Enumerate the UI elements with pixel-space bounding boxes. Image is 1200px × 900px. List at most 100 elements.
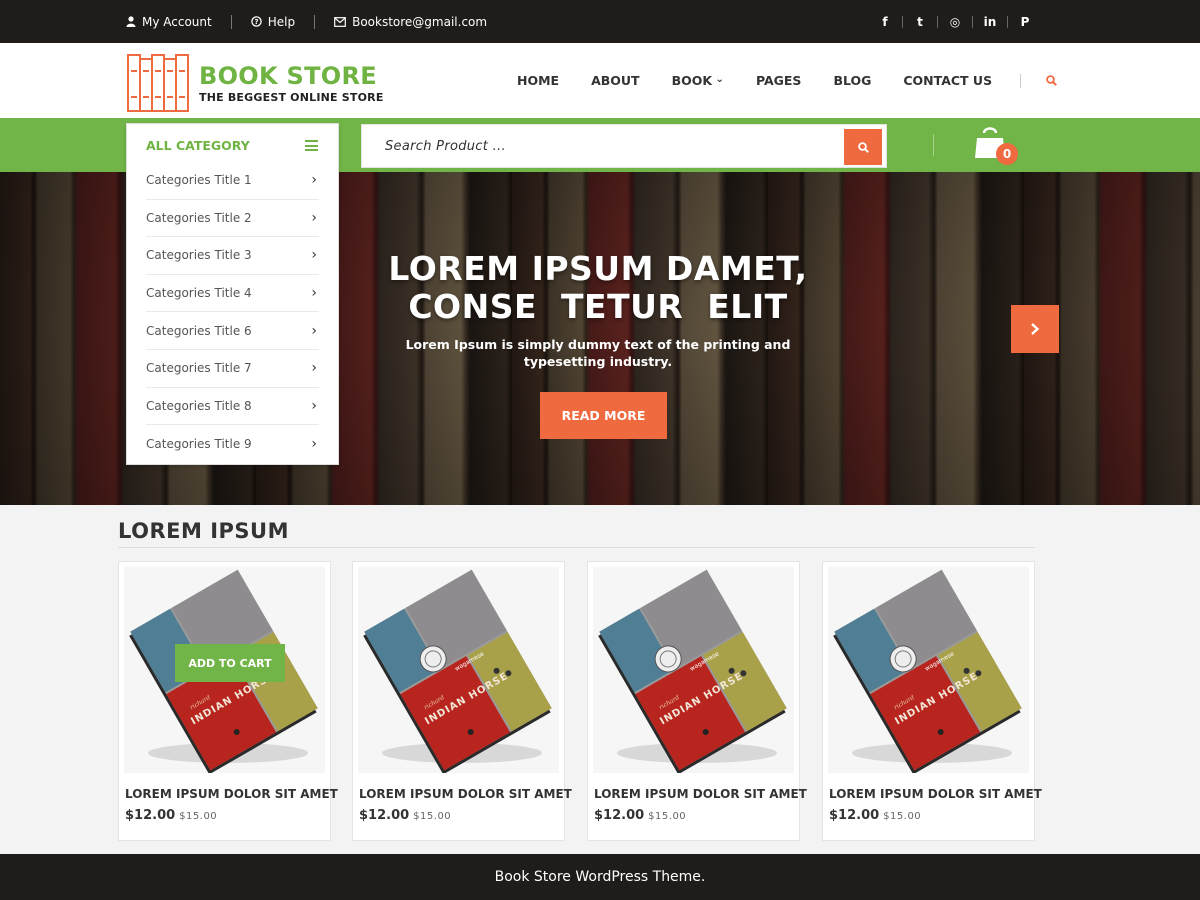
divider [230, 14, 232, 29]
read-more-button[interactable]: READ MORE [540, 392, 667, 439]
brand-title[interactable]: BOOK STORE [199, 62, 377, 90]
header: BOOK STORE THE BEGGEST ONLINE STORE HOME… [0, 43, 1200, 118]
nav-pages[interactable]: PAGES [756, 73, 802, 88]
my-account-label: My Account [142, 14, 212, 29]
product-card[interactable]: richardwagameseINDIAN HORSE ADD TO CART … [118, 561, 338, 841]
my-account-link[interactable]: My Account [126, 15, 212, 29]
footer: Book Store WordPress Theme. [0, 854, 1200, 900]
current-price: $12.00 [359, 808, 410, 823]
category-item-label: Categories Title 8 [146, 398, 252, 413]
product-name[interactable]: LOREM IPSUM DOLOR SIT AMET [125, 787, 338, 801]
twitter-icon[interactable]: t [913, 15, 927, 29]
category-item[interactable]: Categories Title 9 › [146, 425, 319, 463]
hero-title-line-1: LOREM IPSUM DAMET, [388, 249, 808, 288]
product-image[interactable]: richard wagamese INDIAN HORSE [593, 567, 794, 773]
svg-text:?: ? [254, 18, 258, 26]
nav-blog[interactable]: BLOG [833, 73, 871, 88]
books-logo-icon[interactable] [126, 49, 190, 113]
user-icon [126, 16, 136, 27]
divider [1007, 15, 1008, 28]
slider-next-button[interactable] [1011, 305, 1059, 353]
product-card[interactable]: richard wagamese INDIAN HORSE LOREM IPSUM … [587, 561, 807, 841]
category-item-label: Categories Title 4 [146, 286, 252, 301]
product-image[interactable]: richard wagamese INDIAN HORSE [828, 567, 1029, 773]
hamburger-menu-icon[interactable] [305, 140, 318, 151]
category-item[interactable]: Categories Title 6 › [146, 312, 319, 350]
product-name[interactable]: LOREM IPSUM DOLOR SIT AMET [829, 787, 1042, 801]
old-price: $15.00 [179, 811, 218, 822]
current-price: $12.00 [594, 808, 645, 823]
top-bar: My Account ? Help Bookstore@gmail.com f … [0, 0, 1200, 43]
brand-tagline: THE BEGGEST ONLINE STORE [199, 91, 384, 104]
search-product-field[interactable]: Search Product ... [361, 124, 887, 168]
search-placeholder: Search Product ... [385, 139, 506, 154]
chevron-right-icon [1031, 323, 1040, 335]
linkedin-icon[interactable]: in [983, 15, 997, 29]
email-label: Bookstore@gmail.com [352, 14, 488, 29]
old-price: $15.00 [648, 811, 687, 822]
category-item-label: Categories Title 2 [146, 210, 252, 225]
old-price: $15.00 [413, 811, 452, 822]
search-button[interactable] [844, 129, 882, 165]
section-divider [118, 547, 1035, 548]
category-heading[interactable]: ALL CATEGORY [146, 138, 250, 153]
divider [902, 15, 903, 28]
product-price: $12.00 $15.00 [125, 808, 217, 823]
nav-home[interactable]: HOME [517, 73, 559, 88]
category-item-label: Categories Title 9 [146, 436, 252, 451]
hero-text: Lorem Ipsum is simply dummy text of the … [405, 337, 791, 369]
product-name[interactable]: LOREM IPSUM DOLOR SIT AMET [594, 787, 807, 801]
top-links: My Account ? Help Bookstore@gmail.com [126, 0, 487, 43]
main-nav: HOME ABOUT BOOK PAGES BLOG CONTACT US [517, 43, 1057, 118]
chevron-right-icon: › [311, 247, 317, 264]
product-image[interactable]: richard wagamese INDIAN HORSE [358, 567, 559, 773]
category-item[interactable]: Categories Title 1 › [146, 162, 319, 200]
chevron-right-icon: › [311, 360, 317, 377]
category-item-label: Categories Title 1 [146, 173, 252, 188]
help-icon: ? [250, 16, 262, 27]
product-card[interactable]: richard wagamese INDIAN HORSE LOREM IPSUM … [822, 561, 1042, 841]
product-name[interactable]: LOREM IPSUM DOLOR SIT AMET [359, 787, 572, 801]
social-links: f t ◎ in P [878, 0, 1032, 43]
email-link[interactable]: Bookstore@gmail.com [334, 15, 487, 29]
product-price: $12.00 $15.00 [594, 808, 686, 823]
nav-about[interactable]: ABOUT [591, 73, 640, 88]
current-price: $12.00 [829, 808, 880, 823]
chevron-right-icon: › [311, 285, 317, 302]
category-item[interactable]: Categories Title 8 › [146, 388, 319, 426]
help-label: Help [267, 14, 296, 29]
search-icon [857, 141, 869, 153]
add-to-cart-button[interactable]: ADD TO CART [175, 644, 285, 682]
category-item-label: Categories Title 6 [146, 323, 252, 338]
pinterest-icon[interactable]: P [1018, 15, 1032, 29]
chevron-right-icon: › [311, 172, 317, 189]
category-item-label: Categories Title 3 [146, 248, 252, 263]
category-item[interactable]: Categories Title 2 › [146, 200, 319, 238]
category-item[interactable]: Categories Title 7 › [146, 350, 319, 388]
category-item[interactable]: Categories Title 3 › [146, 237, 319, 275]
facebook-icon[interactable]: f [878, 15, 892, 29]
hero-title-line-2: CONSE TETUR ELIT [408, 287, 788, 326]
category-item[interactable]: Categories Title 4 › [146, 275, 319, 313]
product-price: $12.00 $15.00 [829, 808, 921, 823]
product-card[interactable]: richard wagamese INDIAN HORSE LOREM IPSUM … [352, 561, 572, 841]
divider [933, 134, 934, 156]
book-cover-image: richardwagameseINDIAN HORSE [363, 569, 552, 773]
search-icon[interactable] [1046, 75, 1057, 86]
hero-title: LOREM IPSUM DAMET, CONSE TETUR ELIT [338, 250, 858, 326]
category-list: Categories Title 1 › Categories Title 2 › … [146, 162, 319, 463]
instagram-icon[interactable]: ◎ [948, 15, 962, 29]
nav-book[interactable]: BOOK [672, 73, 724, 88]
help-link[interactable]: ? Help [250, 14, 296, 29]
divider [972, 15, 973, 28]
chevron-right-icon: › [311, 435, 317, 452]
cart-count-badge: 0 [996, 143, 1018, 165]
chevron-right-icon: › [311, 397, 317, 414]
envelope-icon [334, 16, 346, 27]
nav-contact[interactable]: CONTACT US [903, 73, 992, 88]
book-cover-image: richardwagameseINDIAN HORSE [833, 569, 1022, 773]
divider [314, 14, 316, 29]
product-price: $12.00 $15.00 [359, 808, 451, 823]
book-cover-image: richardwagameseINDIAN HORSE [598, 569, 787, 773]
product-image[interactable]: richardwagameseINDIAN HORSE ADD TO CART [124, 567, 325, 773]
